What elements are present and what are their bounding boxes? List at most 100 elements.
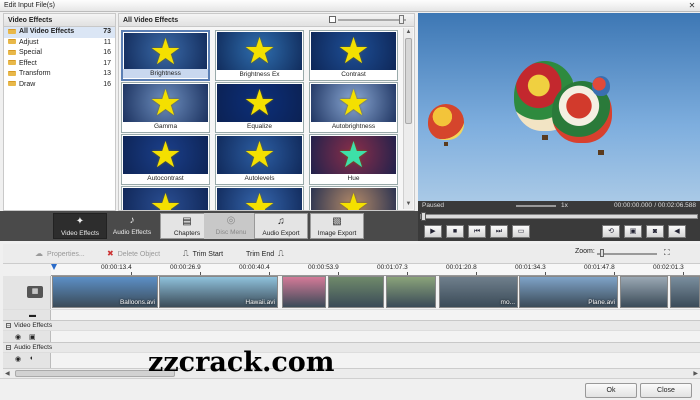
effect-tile[interactable]: ★ Hue — [309, 134, 398, 185]
play-icon[interactable]: ▶ — [424, 225, 442, 238]
folder-icon — [8, 28, 16, 34]
timeline-ruler[interactable]: 00:00:13.4 00:00:26.9 00:00:40.4 00:00:53.9… — [51, 264, 700, 276]
overlay-track: ▬ — [3, 309, 700, 320]
category-label: Effect — [19, 59, 37, 67]
effects-panel: All Video Effects ★ Brightness ★ Brightness… — [118, 13, 415, 211]
collapse-icon[interactable]: – — [6, 322, 11, 328]
next-frame-icon[interactable]: ⏭ — [490, 225, 508, 238]
category-item[interactable]: Transform 13 — [4, 69, 115, 80]
volume-icon[interactable]: ◀ — [668, 225, 686, 238]
effect-tile[interactable]: ★ Brightness — [121, 30, 210, 81]
effect-label: Equalize — [247, 123, 272, 130]
category-item[interactable]: Effect 17 — [4, 59, 115, 70]
timeline-clip[interactable] — [328, 276, 384, 308]
audio-export-button[interactable]: ♫ Audio Export — [254, 213, 308, 239]
category-count: 11 — [103, 38, 111, 46]
timeline-clip[interactable]: Balloons.avi — [52, 276, 158, 308]
star-icon: ★ — [243, 188, 276, 211]
video-effects-section[interactable]: – Video Effects — [3, 320, 700, 330]
properties-icon: ☁ — [35, 249, 43, 258]
timeline-clip[interactable] — [282, 276, 326, 308]
timeline-clip[interactable] — [386, 276, 436, 308]
category-item[interactable]: Special 16 — [4, 48, 115, 59]
visibility-eye-icon[interactable]: ◉ — [15, 355, 21, 363]
collapse-icon[interactable]: – — [6, 344, 11, 350]
category-item[interactable]: Adjust 11 — [4, 38, 115, 49]
close-button[interactable]: Close — [640, 383, 692, 398]
effect-tile[interactable]: ★ Autolevels — [215, 134, 304, 185]
category-header: Video Effects — [4, 14, 115, 27]
snapshot-icon[interactable]: ◙ — [646, 225, 664, 238]
delete-object-button[interactable]: ✖ Delete Object — [107, 248, 160, 260]
category-label: Adjust — [19, 38, 39, 46]
effects-scrollbar[interactable]: ▲ ▼ — [403, 28, 413, 209]
player-controls: Paused 1x 00:00:00.000 / 00:02:06.588 ▶ … — [418, 201, 700, 241]
effect-thumbnail: ★ — [123, 188, 208, 210]
trim-start-button[interactable]: ⎍ Trim Start — [183, 248, 223, 260]
zoom-label: Zoom: — [575, 248, 595, 255]
view-mode-icon[interactable] — [329, 16, 336, 23]
fullscreen-preview-icon[interactable]: ▭ — [512, 225, 530, 238]
delete-icon: ✖ — [107, 249, 114, 258]
scroll-up-icon[interactable]: ▲ — [404, 28, 413, 37]
effect-tile[interactable]: ★ — [215, 186, 304, 211]
effect-tile[interactable]: ★ — [121, 186, 210, 210]
stop-icon[interactable]: ■ — [446, 225, 464, 238]
video-effects-button[interactable]: ✦ Video Effects — [53, 213, 107, 239]
monitor-icon[interactable]: ▣ — [624, 225, 642, 238]
effect-thumbnail: ★ — [311, 84, 396, 122]
audio-effects-section[interactable]: – Audio Effects — [3, 342, 700, 352]
effect-tile[interactable]: ★ — [309, 186, 398, 210]
effects-scroll-thumb[interactable] — [405, 38, 412, 124]
star-icon: ★ — [243, 136, 276, 174]
folder-icon — [8, 60, 16, 66]
timeline-clip[interactable]: mo... — [439, 276, 518, 308]
ruler-tick-mark — [269, 272, 270, 275]
effect-thumbnail: ★ — [311, 136, 396, 174]
previous-frame-icon[interactable]: ⏮ — [468, 225, 486, 238]
effect-tile[interactable]: ★ Brightness Ex — [215, 30, 304, 81]
audio-effects-icon: ♪ — [129, 215, 135, 226]
seek-bar[interactable] — [420, 212, 698, 221]
loop-icon[interactable]: ⟲ — [602, 225, 620, 238]
timeline-clip[interactable]: Hawaii.avi — [159, 276, 278, 308]
fit-timeline-icon[interactable]: ⛶ — [664, 248, 670, 258]
effect-tile[interactable]: ★ Autocontrast — [121, 134, 210, 185]
timeline-scrollbar[interactable]: ◀ ▶ — [3, 368, 700, 378]
timeline-clip[interactable] — [620, 276, 668, 308]
trim-end-button[interactable]: Trim End ⎍ — [246, 248, 288, 260]
visibility-eye-icon[interactable]: ◉ — [15, 333, 21, 341]
category-item[interactable]: Draw 16 — [4, 80, 115, 91]
category-count: 16 — [103, 49, 111, 56]
star-icon: ★ — [337, 136, 370, 174]
ok-button[interactable]: Ok — [585, 383, 637, 398]
effect-label: Brightness — [123, 69, 208, 78]
effect-tile[interactable]: ★ Gamma — [121, 82, 210, 133]
effect-tile[interactable]: ★ Autobrightness — [309, 82, 398, 133]
timeline-clip[interactable] — [670, 276, 700, 308]
effect-thumbnail: ★ — [124, 33, 207, 71]
zoom-knob[interactable] — [600, 249, 604, 257]
effect-tile[interactable]: ★ Contrast — [309, 30, 398, 81]
disc-menu-button[interactable]: ◎ Disc Menu — [204, 213, 258, 239]
audio-effects-button[interactable]: ♪ Audio Effects — [105, 213, 159, 239]
properties-button[interactable]: ☁ Properties... — [35, 248, 85, 260]
star-icon: ★ — [243, 84, 276, 122]
image-export-button[interactable]: ▧ Image Export — [310, 213, 364, 239]
close-window-icon[interactable]: ✕ — [686, 1, 698, 11]
seek-knob[interactable] — [421, 212, 426, 221]
category-item[interactable]: All Video Effects 73 — [4, 27, 115, 38]
watermark-text: zzcrack.com — [148, 347, 335, 378]
category-label: All Video Effects — [19, 28, 75, 35]
effect-label: Autobrightness — [331, 123, 376, 130]
scroll-down-icon[interactable]: ▼ — [404, 200, 413, 209]
playhead-marker[interactable] — [51, 264, 57, 270]
thumbnail-size-knob[interactable] — [399, 15, 404, 24]
zoom-slider[interactable] — [597, 253, 657, 255]
effect-tile[interactable]: ★ Equalize — [215, 82, 304, 133]
thumbnail-size-slider[interactable] — [338, 19, 406, 21]
ruler-tick-label: 00:00:13.4 — [101, 264, 132, 271]
timeline-clip[interactable]: Plane.avi — [519, 276, 618, 308]
ruler-tick-mark — [683, 272, 684, 275]
speed-slider[interactable] — [516, 205, 556, 207]
